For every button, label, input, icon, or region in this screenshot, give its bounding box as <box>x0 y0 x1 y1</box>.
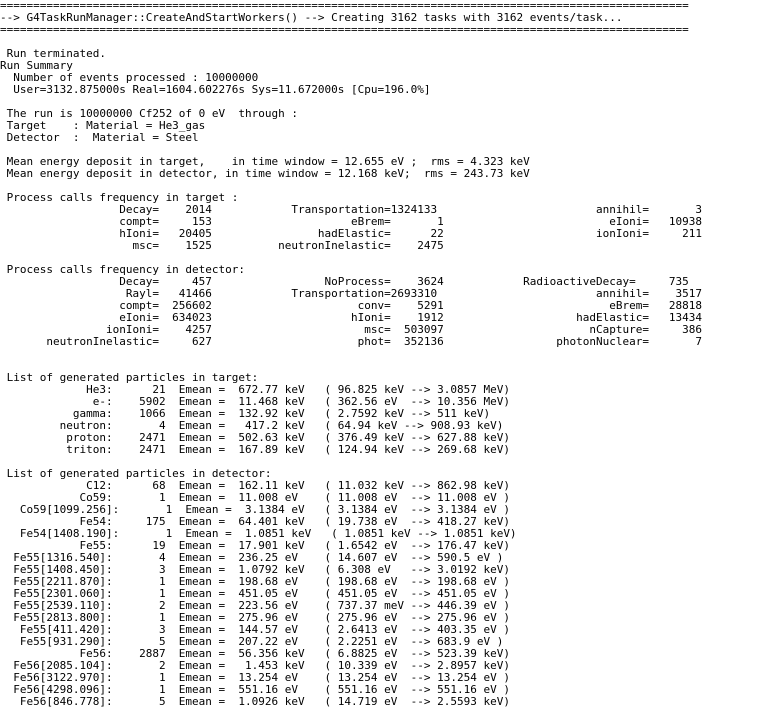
terminal-line: Fe56[846.778]: 5 Emean = 1.0926 keV ( 14… <box>0 695 510 708</box>
terminal-line: Mean energy deposit in detector, in time… <box>0 167 530 180</box>
terminal-output[interactable]: ========================================… <box>0 0 784 711</box>
terminal-line: neutronInelastic= 627 phot= 352136 photo… <box>0 335 702 348</box>
terminal-line: msc= 1525 neutronInelastic= 2475 <box>0 239 444 252</box>
terminal-line: ========================================… <box>0 23 689 36</box>
terminal-line: User=3132.875000s Real=1604.602276s Sys=… <box>0 83 431 96</box>
terminal-line: triton: 2471 Emean = 167.89 keV ( 124.94… <box>0 443 510 456</box>
terminal-line: Detector : Material = Steel <box>0 131 199 144</box>
terminal-line: Run terminated. <box>0 47 106 60</box>
